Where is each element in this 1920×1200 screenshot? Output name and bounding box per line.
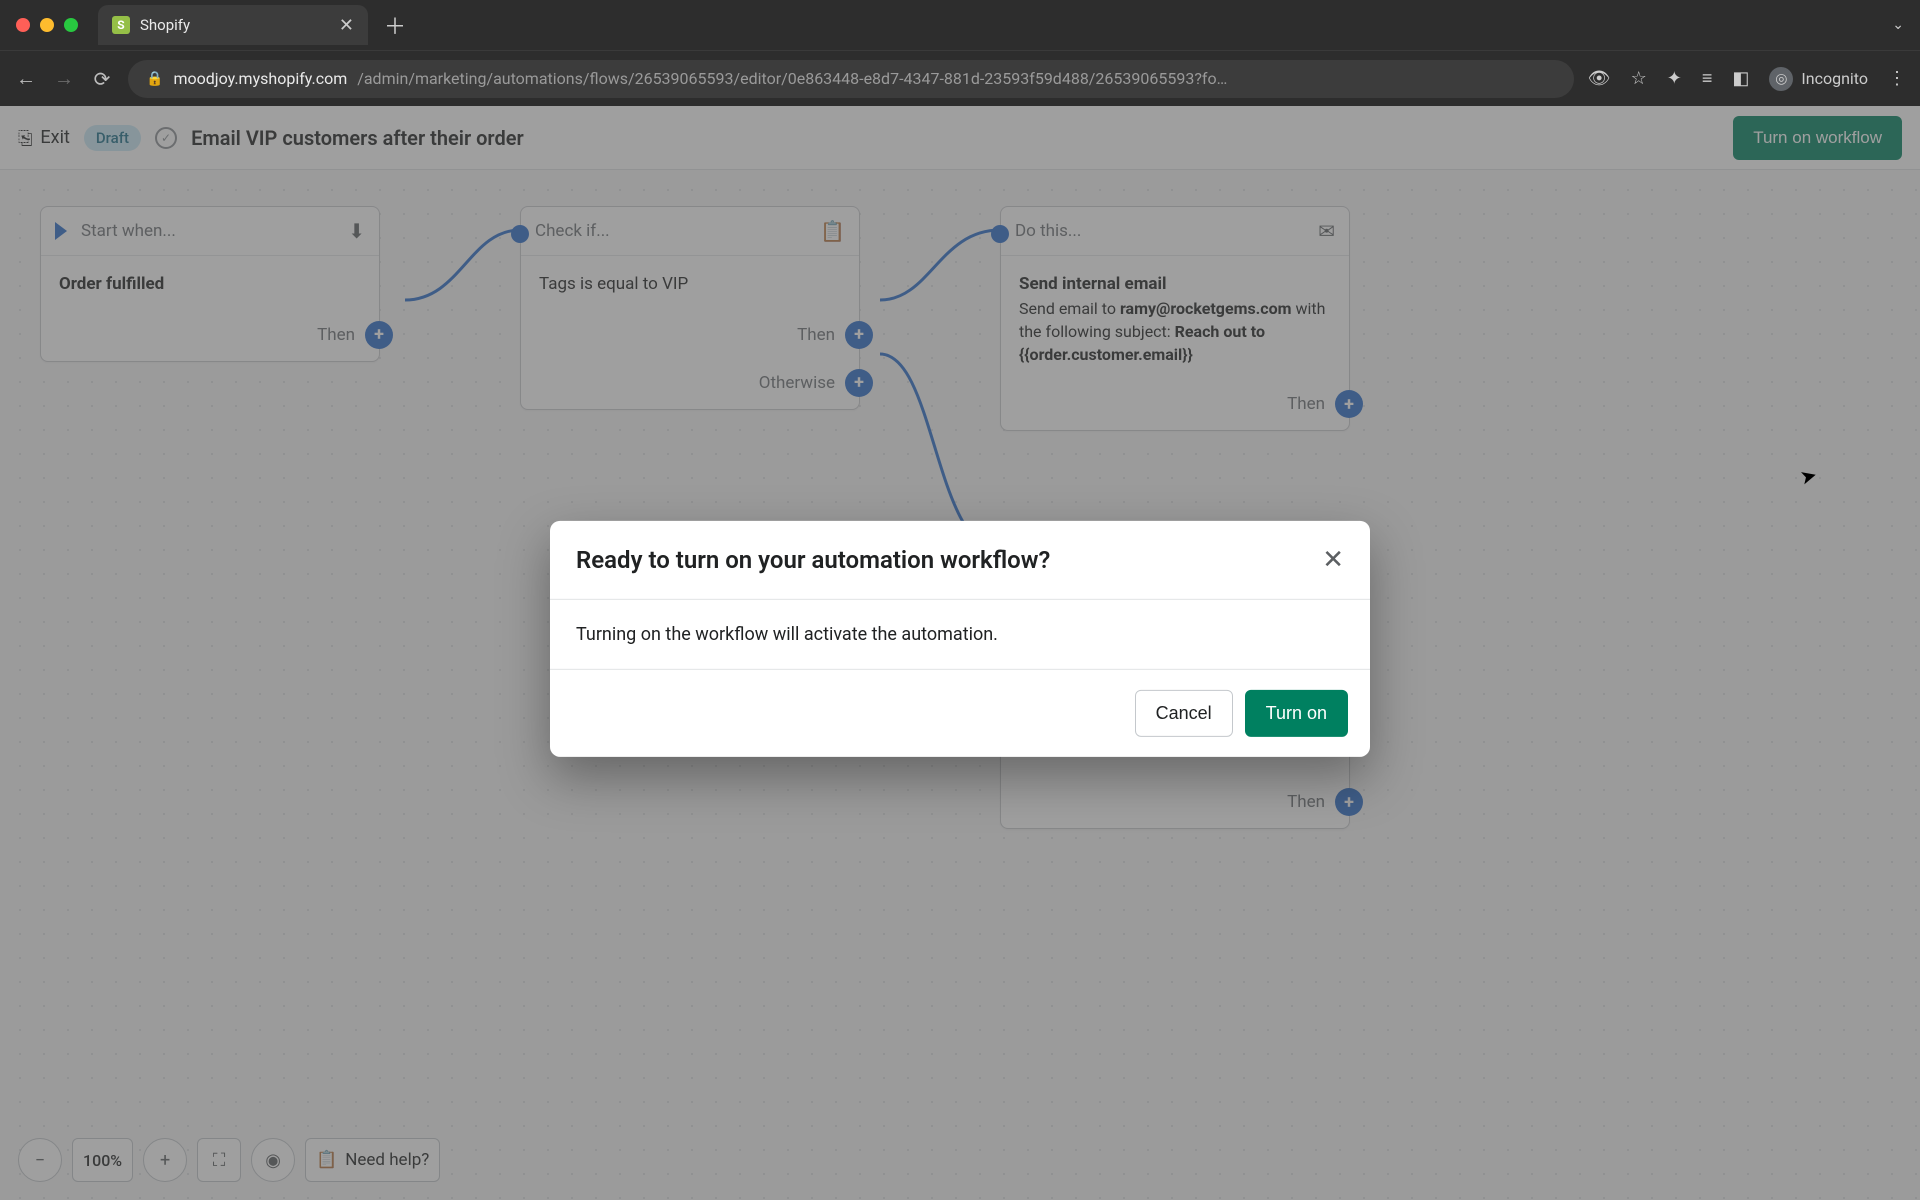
new-tab-button[interactable]: ＋: [384, 9, 406, 41]
reload-icon[interactable]: ⟳: [90, 67, 114, 91]
eye-off-icon[interactable]: 👁: [1588, 68, 1611, 89]
extensions-icon[interactable]: ✦: [1667, 68, 1682, 89]
window-minimize-icon[interactable]: [40, 18, 54, 32]
cancel-button[interactable]: Cancel: [1135, 690, 1233, 737]
browser-tab[interactable]: Shopify ✕: [98, 5, 368, 45]
incognito-indicator[interactable]: ◎ Incognito: [1769, 67, 1868, 91]
browser-actions: 👁 ☆ ✦ ≡ ◧ ◎ Incognito ⋮: [1588, 67, 1906, 91]
url-field[interactable]: 🔒 moodjoy.myshopify.com /admin/marketing…: [128, 60, 1574, 98]
window-close-icon[interactable]: [16, 18, 30, 32]
turn-on-button[interactable]: Turn on: [1245, 690, 1348, 737]
window-controls: [16, 18, 78, 32]
browser-tabs-strip: Shopify ✕ ＋ ⌄: [0, 0, 1920, 50]
tabs-overflow-icon[interactable]: ⌄: [1892, 17, 1904, 33]
browser-menu-icon[interactable]: ⋮: [1888, 68, 1906, 89]
close-icon[interactable]: ✕: [1322, 545, 1344, 575]
url-path: /admin/marketing/automations/flows/26539…: [357, 69, 1556, 88]
forward-icon[interactable]: →: [52, 66, 76, 91]
modal-title: Ready to turn on your automation workflo…: [576, 546, 1322, 574]
back-icon[interactable]: ←: [14, 66, 38, 91]
incognito-icon: ◎: [1769, 67, 1793, 91]
tab-title: Shopify: [140, 16, 329, 34]
lock-icon: 🔒: [146, 71, 163, 87]
favicon-shopify-icon: [112, 16, 130, 34]
app-viewport: ⎘ Exit Draft ✓ Email VIP customers after…: [0, 106, 1920, 1200]
close-tab-icon[interactable]: ✕: [339, 15, 354, 36]
modal-body: Turning on the workflow will activate th…: [550, 600, 1370, 670]
window-maximize-icon[interactable]: [64, 18, 78, 32]
incognito-label: Incognito: [1801, 69, 1868, 88]
reading-list-icon[interactable]: ≡: [1702, 68, 1713, 89]
bookmark-star-icon[interactable]: ☆: [1631, 68, 1647, 89]
side-panel-icon[interactable]: ◧: [1732, 68, 1749, 89]
url-domain: moodjoy.myshopify.com: [173, 69, 347, 88]
confirm-modal: Ready to turn on your automation workflo…: [550, 521, 1370, 757]
modal-footer: Cancel Turn on: [550, 670, 1370, 757]
browser-address-bar: ← → ⟳ 🔒 moodjoy.myshopify.com /admin/mar…: [0, 50, 1920, 106]
modal-header: Ready to turn on your automation workflo…: [550, 521, 1370, 600]
